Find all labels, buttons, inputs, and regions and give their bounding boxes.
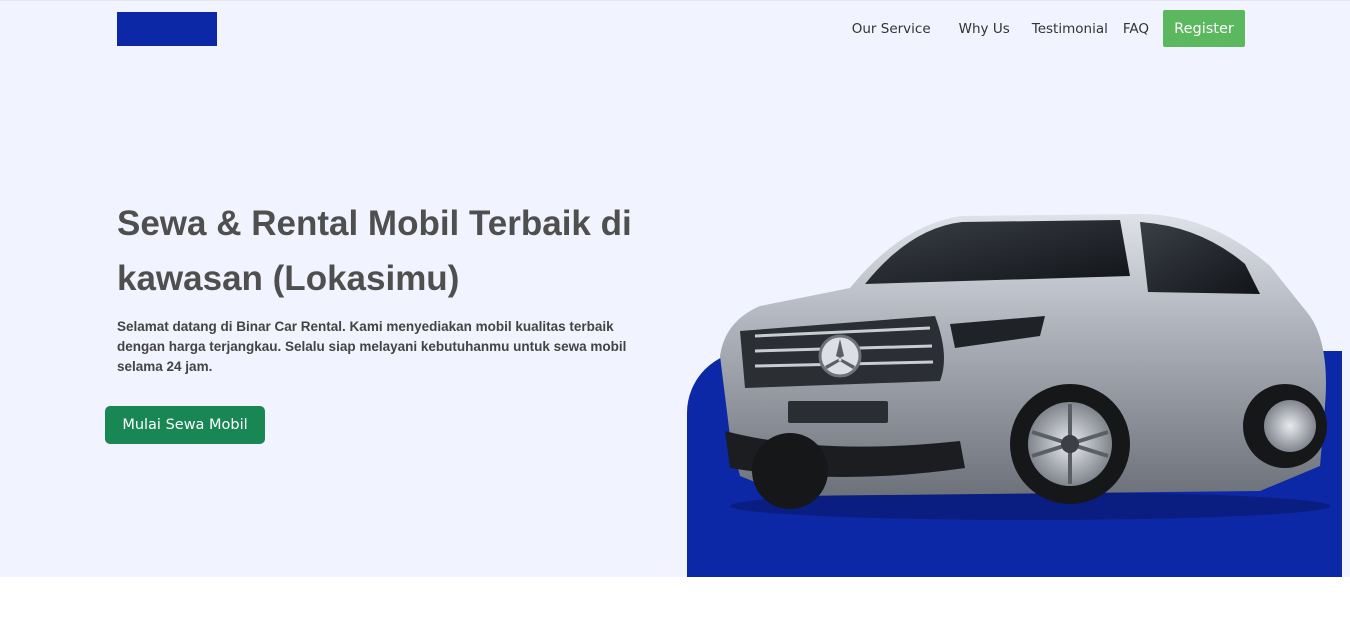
hero-description: Selamat datang di Binar Car Rental. Kami…: [117, 319, 627, 374]
hero-section: Our Service Why Us Testimonial FAQ Regis…: [0, 0, 1350, 577]
nav-link-our-service[interactable]: Our Service: [852, 21, 931, 37]
start-rental-button[interactable]: Mulai Sewa Mobil: [105, 406, 265, 444]
brand-logo[interactable]: [117, 12, 217, 46]
car-image: [720, 214, 1330, 520]
register-button[interactable]: Register: [1163, 10, 1245, 47]
hero-title: Sewa & Rental Mobil Terbaik di kawasan (…: [117, 204, 632, 298]
main-nav: Our Service Why Us Testimonial FAQ Regis…: [852, 10, 1245, 47]
nav-link-testimonial[interactable]: Testimonial: [1032, 21, 1108, 37]
page: Our Service Why Us Testimonial FAQ Regis…: [0, 0, 1350, 630]
nav-link-why-us[interactable]: Why Us: [959, 21, 1010, 37]
nav-link-faq[interactable]: FAQ: [1123, 21, 1149, 37]
